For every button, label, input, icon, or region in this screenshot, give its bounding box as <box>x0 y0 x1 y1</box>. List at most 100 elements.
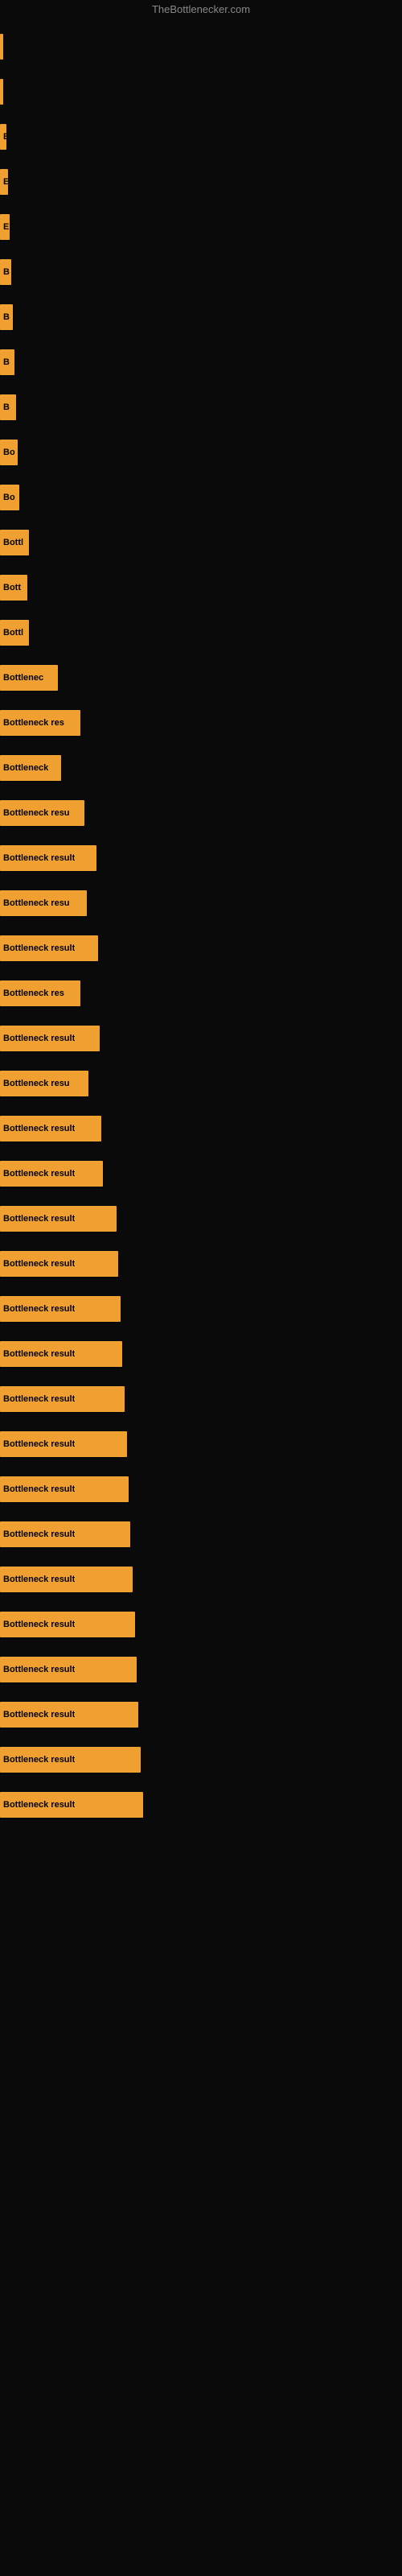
bar-row: Bottleneck result <box>0 1196 402 1241</box>
bar-row: Bottleneck result <box>0 1467 402 1512</box>
bar-row: Bottl <box>0 610 402 655</box>
bar-label: Bottleneck result <box>3 1755 75 1765</box>
bar-row: Bottleneck result <box>0 1692 402 1737</box>
bar: Bottleneck result <box>0 1792 143 1818</box>
bar: Bottleneck result <box>0 1026 100 1051</box>
bar-label: Bottleneck result <box>3 943 75 953</box>
bar-row: Bottleneck res <box>0 700 402 745</box>
bar-label: Bottleneck result <box>3 1575 75 1584</box>
bar-label: Bottleneck result <box>3 1394 75 1404</box>
bar: Bottleneck res <box>0 710 80 736</box>
bar-label: Bottleneck result <box>3 1710 75 1719</box>
bar-row: Bottleneck result <box>0 1241 402 1286</box>
bar-label: Bottleneck result <box>3 1169 75 1179</box>
bars-container: E E E B B B B Bo Bo Bottl Bott Bottl Bottlenec Bottle… <box>0 24 402 1827</box>
bar-label: Bottleneck result <box>3 1304 75 1314</box>
bar: Bottleneck result <box>0 1702 138 1728</box>
bar-row: Bottleneck result <box>0 1151 402 1196</box>
bar-row: Bottleneck result <box>0 1106 402 1151</box>
bar-row: Bott <box>0 565 402 610</box>
bar-label: Bottleneck result <box>3 1034 75 1043</box>
bar <box>0 79 3 105</box>
bar-label: Bottleneck result <box>3 1620 75 1629</box>
bar-row: B <box>0 385 402 430</box>
bar: Bottleneck result <box>0 845 96 871</box>
bar-label: Bottleneck result <box>3 1214 75 1224</box>
bar-row: Bottleneck result <box>0 1737 402 1782</box>
bar: Bottleneck result <box>0 1431 127 1457</box>
bar: Bottleneck resu <box>0 890 87 916</box>
bar: Bottleneck <box>0 755 61 781</box>
bar: Bottleneck result <box>0 1251 118 1277</box>
bar: Bottl <box>0 530 29 555</box>
bar-label: Bottleneck res <box>3 718 64 728</box>
bar-label: E <box>3 177 8 187</box>
bar-label: Bottl <box>3 628 23 638</box>
bar-row: Bottleneck resu <box>0 791 402 836</box>
bar-label: B <box>3 267 10 277</box>
bar-row: Bottleneck result <box>0 1377 402 1422</box>
bar-row: E <box>0 114 402 159</box>
bar: B <box>0 394 16 420</box>
bar: E <box>0 214 10 240</box>
bar-label: Bottleneck result <box>3 1530 75 1539</box>
bar: Bottleneck result <box>0 1657 137 1682</box>
bar: E <box>0 124 6 150</box>
bar-row: Bottleneck result <box>0 1602 402 1647</box>
bar-label: Bottleneck result <box>3 1665 75 1674</box>
bar-label: Bottleneck result <box>3 1439 75 1449</box>
bar-row: Bo <box>0 475 402 520</box>
bar-label: E <box>3 222 9 232</box>
bar-label: Bottleneck result <box>3 1124 75 1133</box>
bar-row: Bottleneck result <box>0 1647 402 1692</box>
bar-label: Bottlenec <box>3 673 43 683</box>
bar-row: E <box>0 204 402 250</box>
bar: Bottleneck result <box>0 1521 130 1547</box>
bar-row: E <box>0 159 402 204</box>
bar-row: Bottleneck result <box>0 1286 402 1331</box>
bar: Bottleneck result <box>0 1386 125 1412</box>
bar: Bottlenec <box>0 665 58 691</box>
bar-label: E <box>3 132 6 142</box>
bar-label: Bo <box>3 493 15 502</box>
bar-label: B <box>3 402 10 412</box>
bar-label: B <box>3 312 10 322</box>
bar-label: Bo <box>3 448 15 457</box>
bar-row: Bottlenec <box>0 655 402 700</box>
bar-label: Bottleneck result <box>3 1484 75 1494</box>
bar-row: B <box>0 250 402 295</box>
bar-label: Bottleneck resu <box>3 898 70 908</box>
bar-row: Bottleneck result <box>0 1016 402 1061</box>
bar-row: Bottleneck resu <box>0 881 402 926</box>
bar-row: B <box>0 295 402 340</box>
bar: E <box>0 169 8 195</box>
bar-row: Bottleneck result <box>0 926 402 971</box>
bar-row: Bottleneck res <box>0 971 402 1016</box>
bar <box>0 34 3 60</box>
bar: Bott <box>0 575 27 601</box>
bar-label: Bottleneck result <box>3 1349 75 1359</box>
bar-row: Bottleneck result <box>0 1331 402 1377</box>
bar: B <box>0 259 11 285</box>
bar: B <box>0 349 14 375</box>
bar-row: Bottleneck result <box>0 1782 402 1827</box>
bar: Bottleneck result <box>0 1747 141 1773</box>
bar-row: Bo <box>0 430 402 475</box>
bar: Bottleneck result <box>0 1476 129 1502</box>
bar: Bo <box>0 485 19 510</box>
bar: Bottleneck result <box>0 1612 135 1637</box>
bar: Bottleneck result <box>0 1206 117 1232</box>
bar: Bottleneck result <box>0 935 98 961</box>
bar-row <box>0 69 402 114</box>
bar: B <box>0 304 13 330</box>
site-title: TheBottlenecker.com <box>152 3 250 15</box>
bar-label: Bottleneck result <box>3 1259 75 1269</box>
bar-label: Bottleneck result <box>3 1800 75 1810</box>
bar-label: Bottleneck resu <box>3 1079 70 1088</box>
bar: Bottleneck result <box>0 1161 103 1187</box>
bar-label: Bottleneck result <box>3 853 75 863</box>
bar: Bottleneck result <box>0 1341 122 1367</box>
bar-row: Bottleneck <box>0 745 402 791</box>
bar-row: Bottleneck result <box>0 836 402 881</box>
bar: Bottleneck res <box>0 980 80 1006</box>
